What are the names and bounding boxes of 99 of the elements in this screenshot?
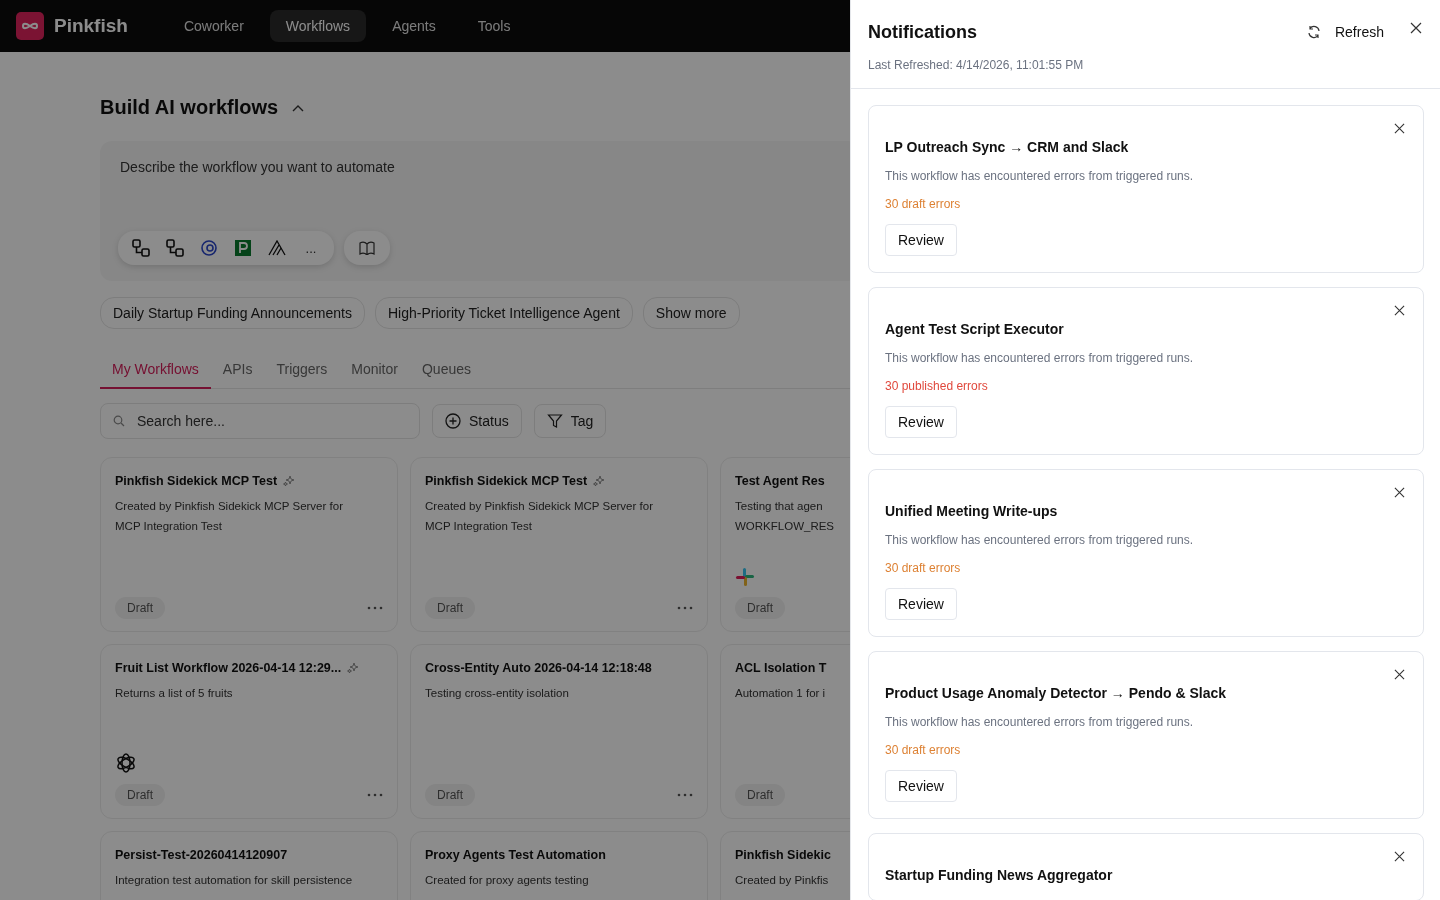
filter-button[interactable]: Tag	[533, 404, 607, 438]
workflow-card[interactable]: Pinkfish Sidekick MCP Test Created by Pinkfish Sidekick MCP Server for MCP Integration Test Draft	[410, 457, 708, 632]
notification-message: This workflow has encountered errors from triggered runs.	[885, 350, 1195, 366]
suggestion-chip[interactable]: Show more	[642, 297, 740, 329]
status-badge: Draft	[425, 597, 475, 619]
workflow-description: Testing cross-entity isolation	[425, 686, 570, 701]
workflow-card[interactable]: Fruit List Workflow 2026-04-14 12:29... Returns a list of 5 fruits Draft	[100, 644, 398, 819]
sparkle-icon	[593, 475, 606, 487]
funnel-icon	[546, 413, 563, 429]
tab[interactable]: My Workflows	[100, 353, 211, 389]
workflow-title: Persist-Test-20260414120907	[115, 848, 288, 862]
sparkle-icon	[283, 475, 296, 487]
status-badge: Draft	[115, 597, 165, 619]
workflow-card[interactable]: ACL Isolation T Automation 1 for i Draft	[720, 644, 850, 819]
search-icon	[113, 415, 125, 427]
workflow-description: Created by Pinkfish Sidekick MCP Server for MCP Integration Test	[425, 499, 654, 534]
panel-title: Notifications	[868, 21, 978, 43]
workflow-icon	[131, 238, 151, 258]
tab[interactable]: Monitor	[339, 353, 410, 389]
status-badge: Draft	[735, 597, 785, 619]
suggestion-chip[interactable]: High-Priority Ticket Intelligence Agent	[374, 297, 633, 329]
nav-tab[interactable]: Agents	[376, 10, 452, 42]
suggestion-chip[interactable]: Daily Startup Funding Announcements	[100, 297, 365, 329]
close-button[interactable]	[1408, 20, 1424, 36]
notification-message: This workflow has encountered errors from triggered runs.	[885, 168, 1195, 184]
triangle-lines-icon	[268, 240, 286, 256]
notification-title: Agent Test Script Executor	[885, 320, 1065, 338]
review-button[interactable]: Review	[885, 770, 957, 802]
more-button[interactable]: ...	[296, 235, 326, 261]
workflow-icon	[165, 238, 185, 258]
error-count: 30 draft errors	[885, 560, 962, 576]
error-count: 30 draft errors	[885, 742, 962, 758]
error-count: 30 draft errors	[885, 196, 962, 212]
last-refreshed: Last Refreshed: 4/14/2026, 11:01:55 PM	[868, 58, 1085, 72]
workflow-description: Returns a list of 5 fruits	[115, 686, 234, 701]
more-icon[interactable]	[367, 793, 383, 797]
nav-tab[interactable]: Workflows	[269, 10, 367, 42]
workflow-title: Pinkfish Sidekick MCP Test	[425, 474, 588, 488]
workflow-title: Cross-Entity Auto 2026-04-14 12:18:48	[425, 661, 652, 675]
close-icon	[1393, 668, 1405, 680]
nav-tab[interactable]: Tools	[461, 10, 527, 42]
review-button[interactable]: Review	[885, 406, 957, 438]
notification-message: This workflow has encountered errors from triggered runs.	[885, 714, 1195, 730]
notification-title: LP Outreach Sync → CRM and Slack	[885, 138, 1130, 156]
refresh-icon	[1306, 25, 1321, 39]
notification-title: Startup Funding News Aggregator	[885, 866, 1114, 884]
prompt-field[interactable]: Describe the workflow you want to automate	[118, 157, 842, 197]
workflow-title: Pinkfish Sidekick MCP Test	[115, 474, 278, 488]
prompt-box[interactable]: Describe the workflow you want to automate ...	[100, 141, 850, 281]
notification-title: Unified Meeting Write-ups	[885, 502, 1059, 520]
workflow-title: Fruit List Workflow 2026-04-14 12:29...	[115, 661, 342, 675]
book-icon	[359, 241, 375, 255]
close-icon	[1393, 304, 1405, 316]
more-icon[interactable]	[677, 793, 693, 797]
logo-icon	[16, 12, 44, 40]
nav-tab[interactable]: Coworker	[167, 10, 260, 42]
notification-message: This workflow has encountered errors from triggered runs.	[885, 532, 1195, 548]
sparkle-icon	[347, 662, 360, 674]
close-icon	[1393, 486, 1405, 498]
refresh-button[interactable]: Refresh	[1302, 20, 1388, 44]
tab[interactable]: APIs	[210, 353, 265, 389]
tab[interactable]: Queues	[409, 353, 483, 389]
more-icon[interactable]	[677, 606, 693, 610]
error-count: 30 published errors	[885, 378, 989, 394]
more-icon[interactable]	[367, 606, 383, 610]
workflow-description: Testing that agen WORKFLOW_RES	[735, 499, 836, 534]
review-button[interactable]: Review	[885, 588, 957, 620]
workflow-description: Automation 1 for i	[735, 686, 827, 701]
workflow-card[interactable]: Cross-Entity Auto 2026-04-14 12:18:48 Testing cross-entity isolation Draft	[410, 644, 708, 819]
chevron-up-icon[interactable]	[292, 103, 305, 112]
workflow-description: Created for proxy agents testing	[425, 873, 590, 888]
workflow-card[interactable]: Pinkfish Sidekic Created by Pinkfis	[720, 831, 850, 900]
status-badge: Draft	[425, 784, 475, 806]
workflow-title: Pinkfish Sidekic	[735, 848, 831, 862]
workflow-description: Integration test automation for skill persistence	[115, 873, 354, 888]
slack-logo-icon	[735, 567, 755, 587]
review-button[interactable]: Review	[885, 224, 957, 256]
letter-tile-icon	[235, 240, 251, 256]
close-icon	[1393, 122, 1405, 134]
workflow-description: Created by Pinkfish Sidekick MCP Server for MCP Integration Test	[115, 499, 344, 534]
close-icon	[1410, 22, 1422, 34]
plus-circle-icon	[445, 413, 461, 429]
workflow-description: Created by Pinkfis	[735, 873, 830, 888]
notification-title: Product Usage Anomaly Detector → Pendo & Slack	[885, 684, 1227, 702]
page-title: Build AI workflows	[100, 96, 279, 119]
workflow-card[interactable]: Test Agent Res Testing that agen WORKFLOW_RES Draft	[720, 457, 850, 632]
search-field[interactable]: Search here...	[100, 403, 420, 439]
filter-button[interactable]: Status	[432, 404, 522, 438]
tab[interactable]: Triggers	[264, 353, 340, 389]
workflow-title: Test Agent Res	[735, 474, 825, 488]
workflow-card[interactable]: Persist-Test-20260414120907 Integration test automation for skill persistence	[100, 831, 398, 900]
brand-name: Pinkfish	[54, 15, 128, 37]
status-badge: Draft	[735, 784, 785, 806]
workflow-card[interactable]: Pinkfish Sidekick MCP Test Created by Pinkfish Sidekick MCP Server for MCP Integration Test Draft	[100, 457, 398, 632]
workflow-title: Proxy Agents Test Automation	[425, 848, 606, 862]
close-icon	[1393, 850, 1405, 862]
workflow-title: ACL Isolation T	[735, 661, 827, 675]
status-badge: Draft	[115, 784, 165, 806]
workflow-card[interactable]: Proxy Agents Test Automation Created for proxy agents testing	[410, 831, 708, 900]
